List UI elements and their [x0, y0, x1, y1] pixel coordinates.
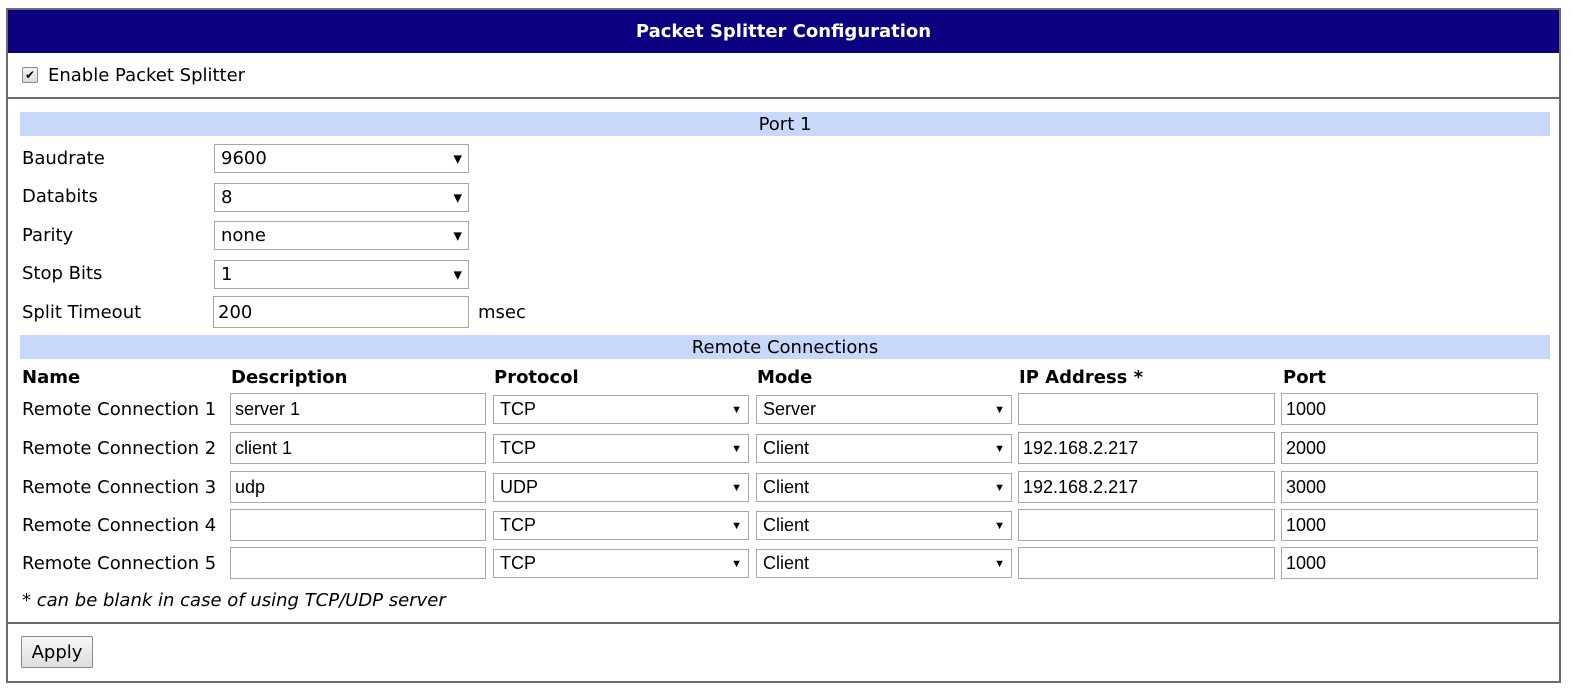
- remote-connection-2-ip-input[interactable]: 192.168.2.217: [1018, 432, 1275, 464]
- remote-connection-4-mode-select[interactable]: Client ▼: [756, 511, 1012, 540]
- col-header-ip-address: IP Address *: [1019, 367, 1144, 388]
- chevron-down-icon: ▼: [453, 229, 462, 242]
- chevron-down-icon: ▼: [994, 442, 1005, 455]
- remote-connection-5-description-input[interactable]: [230, 547, 486, 579]
- remote-connection-5-protocol-value: TCP: [500, 553, 536, 573]
- remote-connection-3-description-input[interactable]: udp: [230, 471, 486, 503]
- remote-connection-4-ip-input[interactable]: [1018, 509, 1275, 541]
- baudrate-value: 9600: [221, 148, 267, 169]
- remote-connection-2-mode-value: Client: [763, 438, 810, 458]
- port1-section-header: Port 1: [20, 112, 1550, 136]
- enable-packet-splitter-checkbox[interactable]: ✔: [22, 67, 38, 83]
- remote-connection-1-mode-value: Server: [763, 399, 817, 419]
- remote-connection-5-ip-input[interactable]: [1018, 547, 1275, 579]
- chevron-down-icon: ▼: [731, 442, 742, 455]
- stopbits-value: 1: [221, 264, 233, 285]
- remote-connection-3-ip-input[interactable]: 192.168.2.217: [1018, 471, 1275, 503]
- stopbits-label: Stop Bits: [22, 263, 103, 284]
- remote-connection-3-mode-value: Client: [763, 477, 810, 497]
- chevron-down-icon: ▼: [731, 519, 742, 532]
- chevron-down-icon: ▼: [994, 557, 1005, 570]
- databits-label: Databits: [22, 186, 98, 207]
- col-header-protocol: Protocol: [494, 367, 579, 388]
- col-header-mode: Mode: [757, 367, 813, 388]
- remote-connection-5-protocol-select[interactable]: TCP ▼: [493, 549, 749, 578]
- chevron-down-icon: ▼: [453, 268, 462, 281]
- chevron-down-icon: ▼: [994, 519, 1005, 532]
- remote-connection-1-mode-select[interactable]: Server ▼: [756, 395, 1012, 424]
- chevron-down-icon: ▼: [453, 152, 462, 165]
- baudrate-select[interactable]: 9600 ▼: [214, 144, 469, 173]
- chevron-down-icon: ▼: [731, 403, 742, 416]
- remote-connection-3-port-input[interactable]: 3000: [1281, 471, 1538, 503]
- chevron-down-icon: ▼: [731, 557, 742, 570]
- split-timeout-input[interactable]: 200: [213, 296, 469, 328]
- col-header-port: Port: [1283, 367, 1327, 388]
- remote-connection-4-mode-value: Client: [763, 515, 810, 535]
- remote-connection-5-port-input[interactable]: 1000: [1281, 547, 1538, 579]
- chevron-down-icon: ▼: [994, 403, 1005, 416]
- remote-connection-1-protocol-value: TCP: [500, 399, 536, 419]
- split-timeout-label: Split Timeout: [22, 302, 142, 323]
- remote-connection-4-port-input[interactable]: 1000: [1281, 509, 1538, 541]
- remote-connection-1-name: Remote Connection 1: [22, 399, 217, 420]
- databits-select[interactable]: 8 ▼: [214, 183, 469, 212]
- col-header-description: Description: [231, 367, 348, 388]
- ip-address-note: * can be blank in case of using TCP/UDP …: [22, 590, 446, 611]
- remote-connection-4-name: Remote Connection 4: [22, 515, 217, 536]
- col-header-name: Name: [22, 367, 81, 388]
- remote-connection-1-port-input[interactable]: 1000: [1281, 393, 1538, 425]
- chevron-down-icon: ▼: [731, 481, 742, 494]
- parity-label: Parity: [22, 225, 74, 246]
- remote-connection-2-mode-select[interactable]: Client ▼: [756, 434, 1012, 463]
- remote-connection-4-protocol-select[interactable]: TCP ▼: [493, 511, 749, 540]
- chevron-down-icon: ▼: [994, 481, 1005, 494]
- remote-connection-2-port-input[interactable]: 2000: [1281, 432, 1538, 464]
- packet-splitter-panel: Packet Splitter Configuration ✔ Enable P…: [6, 8, 1561, 683]
- remote-connection-1-description-input[interactable]: server 1: [230, 393, 486, 425]
- checkmark-icon: ✔: [24, 68, 36, 82]
- remote-connection-2-name: Remote Connection 2: [22, 438, 217, 459]
- remote-connection-2-protocol-select[interactable]: TCP ▼: [493, 434, 749, 463]
- remote-connection-3-name: Remote Connection 3: [22, 477, 217, 498]
- remote-connection-2-protocol-value: TCP: [500, 438, 536, 458]
- remote-connection-3-protocol-value: UDP: [500, 477, 539, 497]
- remote-connection-4-description-input[interactable]: [230, 509, 486, 541]
- split-timeout-unit: msec: [478, 302, 526, 323]
- databits-value: 8: [221, 187, 233, 208]
- remote-connections-section-header: Remote Connections: [20, 335, 1550, 359]
- remote-connection-5-name: Remote Connection 5: [22, 553, 217, 574]
- remote-connection-5-mode-select[interactable]: Client ▼: [756, 549, 1012, 578]
- remote-connection-3-mode-select[interactable]: Client ▼: [756, 473, 1012, 502]
- remote-connection-5-mode-value: Client: [763, 553, 810, 573]
- parity-select[interactable]: none ▼: [214, 221, 469, 250]
- remote-connection-1-protocol-select[interactable]: TCP ▼: [493, 395, 749, 424]
- remote-connection-1-ip-input[interactable]: [1018, 393, 1275, 425]
- baudrate-label: Baudrate: [22, 148, 105, 169]
- remote-connection-3-protocol-select[interactable]: UDP ▼: [493, 473, 749, 502]
- remote-connection-4-protocol-value: TCP: [500, 515, 536, 535]
- apply-button[interactable]: Apply: [21, 636, 93, 668]
- footer: Apply: [8, 622, 1559, 685]
- enable-row: ✔ Enable Packet Splitter: [8, 53, 1559, 99]
- page-title: Packet Splitter Configuration: [8, 10, 1559, 53]
- parity-value: none: [221, 225, 266, 246]
- remote-connection-2-description-input[interactable]: client 1: [230, 432, 486, 464]
- chevron-down-icon: ▼: [453, 191, 462, 204]
- enable-packet-splitter-label[interactable]: Enable Packet Splitter: [48, 65, 245, 86]
- stopbits-select[interactable]: 1 ▼: [214, 260, 469, 289]
